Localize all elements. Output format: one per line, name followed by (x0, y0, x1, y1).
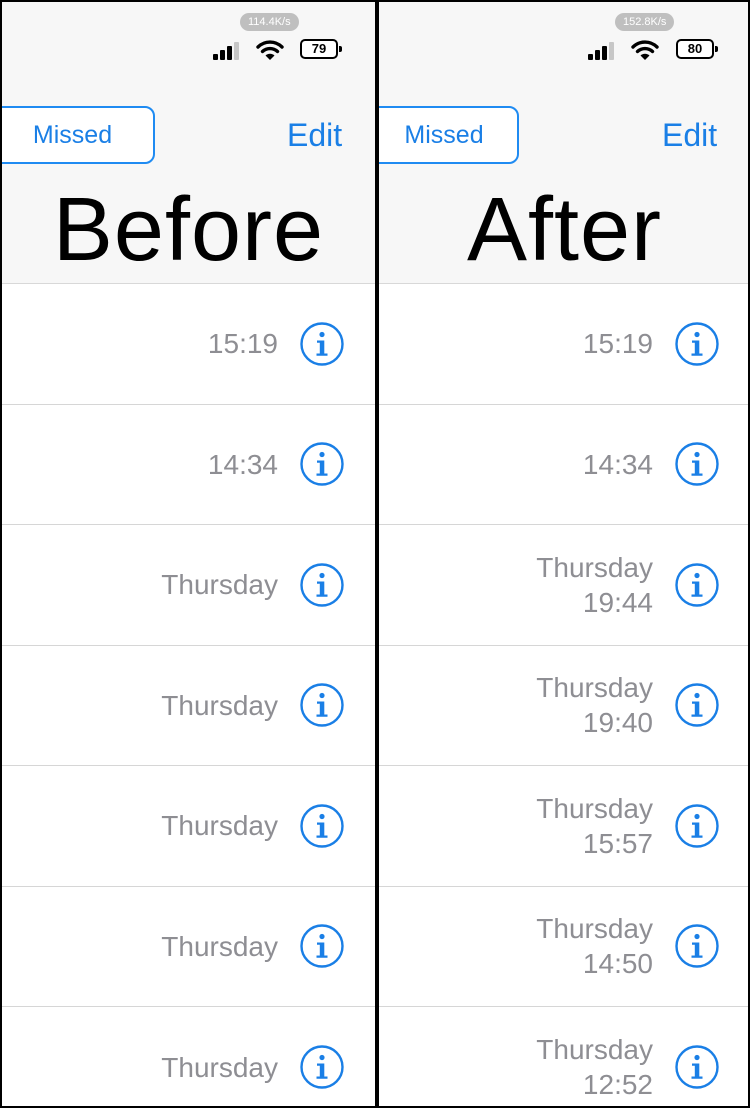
info-icon[interactable] (674, 682, 720, 728)
call-time: Thursday 14:50 (536, 887, 653, 1007)
call-time: 14:34 (208, 405, 278, 525)
after-label: After (466, 180, 663, 280)
call-date: Thursday (536, 672, 653, 704)
call-date: Thursday (161, 810, 278, 842)
call-clock: 14:50 (582, 948, 653, 980)
call-date: Thursday (536, 792, 653, 824)
edit-button[interactable]: Edit (287, 114, 342, 156)
call-time: Thursday 12:52 (536, 1007, 653, 1106)
info-icon[interactable] (299, 1044, 345, 1090)
call-row[interactable]: Thursday (2, 887, 375, 1007)
recents-list: 15:19 14:34 Thursday 19:44 Thursday 19:40 … (379, 284, 748, 1106)
call-row[interactable]: 14:34 (379, 405, 748, 525)
call-date: Thursday (536, 913, 653, 945)
call-time: 15:19 (583, 284, 653, 404)
network-speed-pill: 152.8K/s (615, 13, 675, 31)
before-header: 114.4K/s 79 Missed Edit Before (2, 2, 375, 284)
before-label: Before (52, 180, 325, 280)
info-icon[interactable] (299, 441, 345, 487)
call-date: 15:19 (207, 328, 278, 360)
call-clock: 15:57 (582, 827, 653, 859)
recents-list: 15:19 14:34 Thursday Thursday Thursday T… (2, 284, 375, 1106)
info-icon[interactable] (674, 803, 720, 849)
info-icon[interactable] (674, 1044, 720, 1090)
call-date: Thursday (161, 689, 278, 721)
network-speed-pill: 114.4K/s (240, 13, 299, 31)
call-date: Thursday (536, 551, 653, 583)
after-panel: 152.8K/s 80 Missed Edit After 15:19 14:3… (379, 2, 748, 1106)
call-clock: 12:52 (582, 1069, 653, 1101)
call-date: 15:19 (582, 328, 653, 360)
info-icon[interactable] (299, 682, 345, 728)
info-icon[interactable] (299, 562, 345, 608)
call-time: Thursday (161, 887, 278, 1007)
call-time: Thursday 19:40 (536, 646, 653, 766)
call-time: Thursday (161, 525, 278, 645)
call-date: Thursday (161, 569, 278, 601)
call-time: Thursday (161, 1007, 278, 1106)
cellular-signal-icon (213, 40, 247, 60)
info-icon[interactable] (674, 562, 720, 608)
info-icon[interactable] (674, 441, 720, 487)
battery-icon: 79 (300, 39, 342, 59)
info-icon[interactable] (299, 923, 345, 969)
call-time: Thursday (161, 766, 278, 886)
call-row[interactable]: Thursday 14:50 (379, 887, 748, 1007)
call-row[interactable]: Thursday 15:57 (379, 766, 748, 887)
battery-level: 80 (676, 39, 714, 59)
call-date: Thursday (161, 1051, 278, 1083)
call-clock: 19:40 (582, 707, 653, 739)
call-row[interactable]: 14:34 (2, 405, 375, 525)
call-clock: 19:44 (582, 586, 653, 618)
call-date: Thursday (161, 930, 278, 962)
before-panel: 114.4K/s 79 Missed Edit Before 15:19 14:… (2, 2, 375, 1106)
call-row[interactable]: 15:19 (2, 284, 375, 405)
call-row[interactable]: Thursday (2, 1007, 375, 1106)
comparison-frame: 114.4K/s 79 Missed Edit Before 15:19 14:… (0, 0, 750, 1108)
call-row[interactable]: Thursday 12:52 (379, 1007, 748, 1106)
call-date: 14:34 (207, 448, 278, 480)
battery-icon: 80 (676, 39, 718, 59)
call-row[interactable]: 15:19 (379, 284, 748, 405)
wifi-icon (256, 40, 284, 60)
call-row[interactable]: Thursday (2, 646, 375, 766)
info-icon[interactable] (674, 321, 720, 367)
info-icon[interactable] (674, 923, 720, 969)
call-row[interactable]: Thursday 19:40 (379, 646, 748, 766)
info-icon[interactable] (299, 803, 345, 849)
call-time: Thursday (161, 646, 278, 766)
call-row[interactable]: Thursday (2, 525, 375, 646)
call-date: Thursday (536, 1034, 653, 1066)
wifi-icon (631, 40, 659, 60)
call-time: Thursday 15:57 (536, 766, 653, 886)
call-row[interactable]: Thursday (2, 766, 375, 887)
call-time: 15:19 (208, 284, 278, 404)
battery-level: 79 (300, 39, 338, 59)
cellular-signal-icon (588, 40, 622, 60)
call-time: Thursday 19:44 (536, 525, 653, 645)
after-header: 152.8K/s 80 Missed Edit After (379, 2, 748, 284)
call-time: 14:34 (583, 405, 653, 525)
call-date: 14:34 (582, 448, 653, 480)
edit-button[interactable]: Edit (662, 114, 717, 156)
call-row[interactable]: Thursday 19:44 (379, 525, 748, 646)
missed-segment-button[interactable]: Missed (2, 106, 155, 164)
missed-segment-button[interactable]: Missed (379, 106, 519, 164)
info-icon[interactable] (299, 321, 345, 367)
